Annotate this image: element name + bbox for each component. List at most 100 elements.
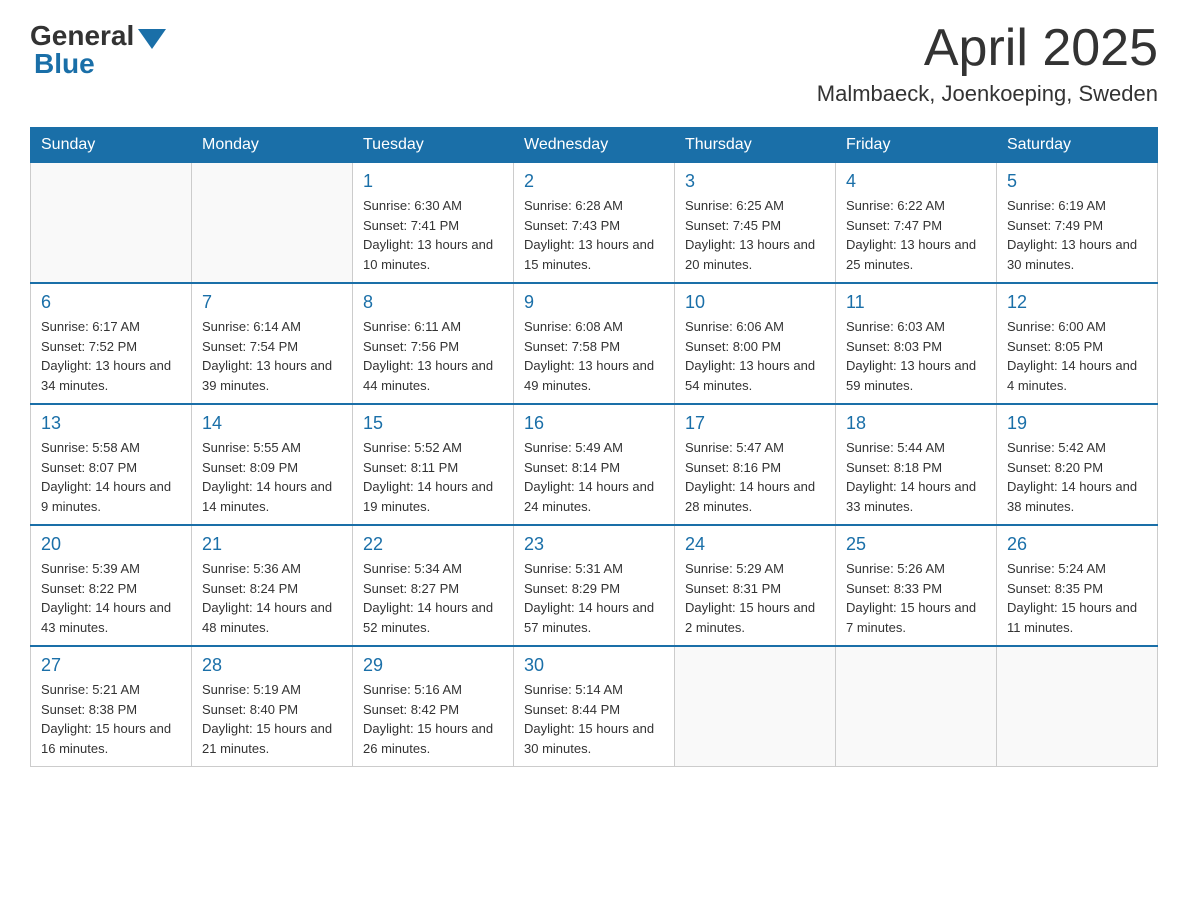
sunrise-text: Sunrise: 5:55 AM: [202, 440, 301, 455]
calendar-day-cell: 5Sunrise: 6:19 AMSunset: 7:49 PMDaylight…: [997, 163, 1158, 284]
sunrise-text: Sunrise: 5:29 AM: [685, 561, 784, 576]
day-number: 26: [1007, 534, 1147, 555]
daylight-text: Daylight: 15 hours and 11 minutes.: [1007, 600, 1137, 635]
sunrise-text: Sunrise: 6:03 AM: [846, 319, 945, 334]
day-number: 21: [202, 534, 342, 555]
day-number: 25: [846, 534, 986, 555]
sunset-text: Sunset: 8:35 PM: [1007, 581, 1103, 596]
calendar-week-row: 27Sunrise: 5:21 AMSunset: 8:38 PMDayligh…: [31, 646, 1158, 767]
sunrise-text: Sunrise: 5:34 AM: [363, 561, 462, 576]
calendar-day-cell: 18Sunrise: 5:44 AMSunset: 8:18 PMDayligh…: [836, 404, 997, 525]
sunset-text: Sunset: 8:22 PM: [41, 581, 137, 596]
daylight-text: Daylight: 15 hours and 2 minutes.: [685, 600, 815, 635]
page-header: General Blue April 2025 Malmbaeck, Joenk…: [30, 20, 1158, 107]
calendar-day-cell: 12Sunrise: 6:00 AMSunset: 8:05 PMDayligh…: [997, 283, 1158, 404]
daylight-text: Daylight: 14 hours and 28 minutes.: [685, 479, 815, 514]
day-info: Sunrise: 5:55 AMSunset: 8:09 PMDaylight:…: [202, 438, 342, 516]
day-info: Sunrise: 5:19 AMSunset: 8:40 PMDaylight:…: [202, 680, 342, 758]
day-number: 3: [685, 171, 825, 192]
day-info: Sunrise: 5:36 AM Sunset: 8:24 PM Daylight:…: [202, 559, 342, 637]
sunset-text: Sunset: 8:11 PM: [363, 460, 458, 475]
day-info: Sunrise: 5:47 AM Sunset: 8:16 PM Daylight:…: [685, 438, 825, 516]
day-number: 19: [1007, 413, 1147, 434]
day-number: 13: [41, 413, 181, 434]
day-info: Sunrise: 6:11 AMSunset: 7:56 PMDaylight:…: [363, 317, 503, 395]
calendar-week-row: 13 Sunrise: 5:58 AMSunset: 8:07 PMDayligh…: [31, 404, 1158, 525]
sunset-text: Sunset: 8:16 PM: [685, 460, 781, 475]
sunrise-text: Sunrise: 5:42 AM: [1007, 440, 1106, 455]
sunrise-text: Sunrise: 6:17 AM: [41, 319, 140, 334]
calendar-day-cell: 10Sunrise: 6:06 AMSunset: 8:00 PMDayligh…: [675, 283, 836, 404]
calendar-day-cell: 7Sunrise: 6:14 AMSunset: 7:54 PMDaylight…: [192, 283, 353, 404]
sunset-text: Sunset: 8:33 PM: [846, 581, 942, 596]
day-number: 14: [202, 413, 342, 434]
day-info: Sunrise: 6:22 AMSunset: 7:47 PMDaylight:…: [846, 196, 986, 274]
sunset-text: Sunset: 8:20 PM: [1007, 460, 1103, 475]
calendar-day-cell: 19Sunrise: 5:42 AMSunset: 8:20 PMDayligh…: [997, 404, 1158, 525]
sunrise-text: Sunrise: 6:11 AM: [363, 319, 461, 334]
day-number: 4: [846, 171, 986, 192]
sunrise-text: Sunrise: 6:25 AM: [685, 198, 784, 213]
sunset-text: Sunset: 8:14 PM: [524, 460, 620, 475]
location-subtitle: Malmbaeck, Joenkoeping, Sweden: [817, 81, 1158, 107]
weekday-header-saturday: Saturday: [997, 128, 1158, 163]
day-number: 17: [685, 413, 825, 434]
day-number: 15: [363, 413, 503, 434]
sunset-text: Sunset: 8:38 PM: [41, 702, 137, 717]
day-info: Sunrise: 5:49 AMSunset: 8:14 PMDaylight:…: [524, 438, 664, 516]
calendar-day-cell: 28Sunrise: 5:19 AMSunset: 8:40 PMDayligh…: [192, 646, 353, 767]
calendar-week-row: 20Sunrise: 5:39 AMSunset: 8:22 PMDayligh…: [31, 525, 1158, 646]
day-info: Sunrise: 6:14 AM Sunset: 7:54 PM Daylight:…: [202, 317, 342, 395]
daylight-text: Daylight: 13 hours and 39 minutes.: [202, 358, 332, 393]
daylight-text: Daylight: 13 hours and 30 minutes.: [1007, 237, 1137, 272]
sunset-text: Sunset: 7:52 PM: [41, 339, 137, 354]
calendar-day-cell: 9 Sunrise: 6:08 AMSunset: 7:58 PMDaylight…: [514, 283, 675, 404]
calendar-day-cell: 14 Sunrise: 5:55 AMSunset: 8:09 PMDayligh…: [192, 404, 353, 525]
day-info: Sunrise: 5:14 AMSunset: 8:44 PMDaylight:…: [524, 680, 664, 758]
sunrise-text: Sunrise: 5:47 AM: [685, 440, 784, 455]
sunset-text: Sunset: 7:45 PM: [685, 218, 781, 233]
logo-arrow-icon: [138, 29, 166, 49]
daylight-text: Daylight: 15 hours and 30 minutes.: [524, 721, 654, 756]
day-number: 2: [524, 171, 664, 192]
day-number: 9: [524, 292, 664, 313]
calendar-day-cell: [192, 163, 353, 284]
day-info: Sunrise: 5:58 AMSunset: 8:07 PMDaylight:…: [41, 438, 181, 516]
day-number: 18: [846, 413, 986, 434]
weekday-header-tuesday: Tuesday: [353, 128, 514, 163]
day-info: Sunrise: 6:03 AMSunset: 8:03 PMDaylight:…: [846, 317, 986, 395]
daylight-text: Daylight: 14 hours and 48 minutes.: [202, 600, 332, 635]
daylight-text: Daylight: 15 hours and 16 minutes.: [41, 721, 171, 756]
calendar-day-cell: 2Sunrise: 6:28 AMSunset: 7:43 PMDaylight…: [514, 163, 675, 284]
sunrise-text: Sunrise: 5:58 AM: [41, 440, 140, 455]
sunrise-text: Sunrise: 6:00 AM: [1007, 319, 1106, 334]
sunrise-text: Sunrise: 5:36 AM: [202, 561, 301, 576]
month-year-title: April 2025: [817, 20, 1158, 77]
calendar-day-cell: 4 Sunrise: 6:22 AMSunset: 7:47 PMDaylight…: [836, 163, 997, 284]
day-info: Sunrise: 5:16 AMSunset: 8:42 PMDaylight:…: [363, 680, 503, 758]
calendar-day-cell: 6 Sunrise: 6:17 AM Sunset: 7:52 PM Daylight…: [31, 283, 192, 404]
weekday-header-friday: Friday: [836, 128, 997, 163]
sunset-text: Sunset: 8:24 PM: [202, 581, 298, 596]
calendar-week-row: 6 Sunrise: 6:17 AM Sunset: 7:52 PM Daylight…: [31, 283, 1158, 404]
sunrise-text: Sunrise: 6:14 AM: [202, 319, 301, 334]
day-number: 6: [41, 292, 181, 313]
sunset-text: Sunset: 7:56 PM: [363, 339, 459, 354]
sunrise-text: Sunrise: 6:06 AM: [685, 319, 784, 334]
daylight-text: Daylight: 13 hours and 34 minutes.: [41, 358, 171, 393]
calendar-day-cell: [31, 163, 192, 284]
daylight-text: Daylight: 15 hours and 26 minutes.: [363, 721, 493, 756]
sunset-text: Sunset: 8:27 PM: [363, 581, 459, 596]
daylight-text: Daylight: 15 hours and 21 minutes.: [202, 721, 332, 756]
daylight-text: Daylight: 14 hours and 57 minutes.: [524, 600, 654, 635]
daylight-text: Daylight: 14 hours and 4 minutes.: [1007, 358, 1137, 393]
day-number: 8: [363, 292, 503, 313]
day-info: Sunrise: 6:00 AMSunset: 8:05 PMDaylight:…: [1007, 317, 1147, 395]
day-info: Sunrise: 6:08 AMSunset: 7:58 PMDaylight:…: [524, 317, 664, 395]
calendar-day-cell: 25Sunrise: 5:26 AMSunset: 8:33 PMDayligh…: [836, 525, 997, 646]
sunrise-text: Sunrise: 5:21 AM: [41, 682, 140, 697]
sunset-text: Sunset: 8:29 PM: [524, 581, 620, 596]
calendar-table: SundayMondayTuesdayWednesdayThursdayFrid…: [30, 127, 1158, 767]
day-number: 10: [685, 292, 825, 313]
sunset-text: Sunset: 7:54 PM: [202, 339, 298, 354]
